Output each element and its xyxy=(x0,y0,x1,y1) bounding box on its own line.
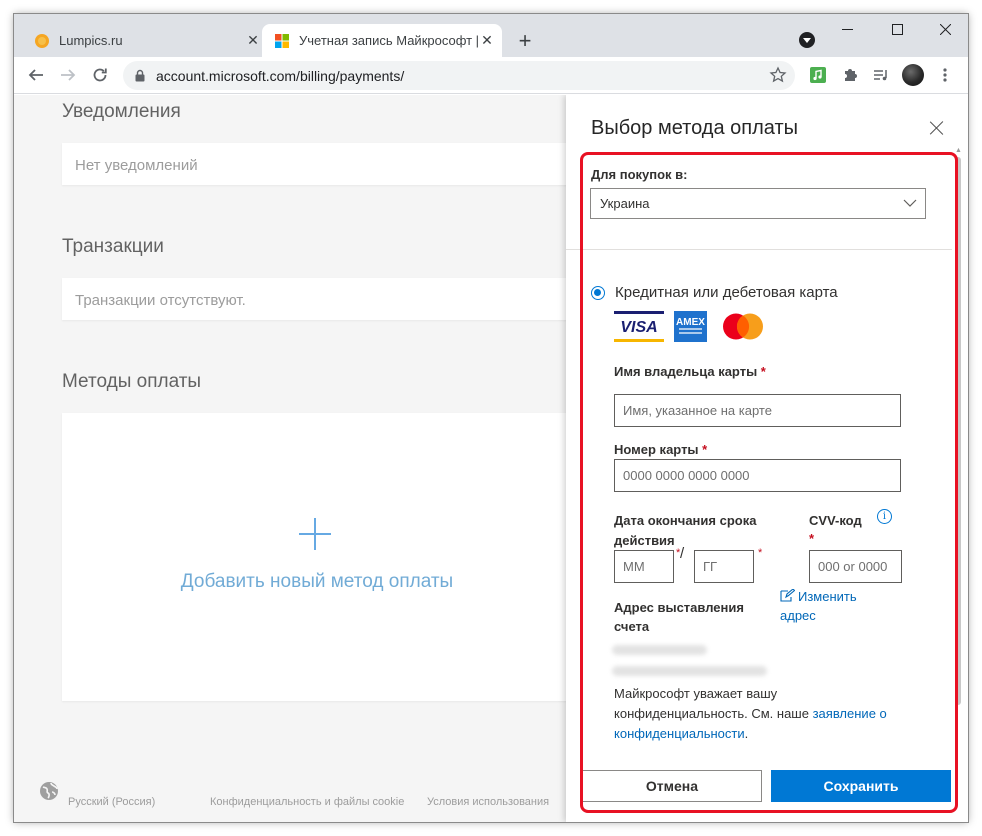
tab-title: Lumpics.ru xyxy=(59,33,123,48)
card-number-label-text: Номер карты xyxy=(614,442,699,457)
browser-window: Lumpics.ru ✕ Учетная запись Майкрософт |… xyxy=(14,14,968,822)
new-tab-plus-icon[interactable]: + xyxy=(513,28,537,53)
purchase-region-label: Для покупок в: xyxy=(591,167,688,182)
card-number-required-mark: * xyxy=(702,442,708,457)
info-icon[interactable]: i xyxy=(877,509,892,524)
mastercard-logo-icon xyxy=(723,313,763,340)
expiry-label-line2: действия xyxy=(614,533,675,548)
cvv-input[interactable] xyxy=(809,550,902,583)
expiry-year-input[interactable] xyxy=(694,550,754,583)
music-extension-icon[interactable] xyxy=(808,65,828,85)
minimize-icon[interactable] xyxy=(824,14,870,44)
microsoft-logo-icon xyxy=(275,33,289,48)
amex-logo-text: AMEX xyxy=(676,317,705,328)
panel-divider xyxy=(566,249,952,250)
scroll-up-icon[interactable]: ▲ xyxy=(955,147,962,154)
card-payment-radio[interactable] xyxy=(591,286,605,300)
window-close-icon[interactable] xyxy=(922,14,968,44)
privacy-text: Майкрософт уважает вашу конфиденциальнос… xyxy=(614,686,813,721)
cancel-button[interactable]: Отмена xyxy=(582,770,762,802)
cardholder-label: Имя владельца карты * xyxy=(614,363,766,381)
purchase-region-value: Украина xyxy=(600,196,650,211)
extensions-puzzle-icon[interactable] xyxy=(840,65,860,85)
close-icon[interactable] xyxy=(930,121,944,135)
card-payment-label[interactable]: Кредитная или дебетовая карта xyxy=(615,284,838,301)
privacy-statement-link-line2[interactable]: конфиденциальности xyxy=(614,726,745,741)
card-number-label: Номер карты * xyxy=(614,441,707,459)
lock-icon xyxy=(135,69,145,82)
privacy-notice: Майкрософт уважает вашу конфиденциальнос… xyxy=(614,684,914,744)
profile-avatar[interactable] xyxy=(902,64,924,86)
blurred-address-line xyxy=(612,645,707,655)
billing-address-label-line2: счета xyxy=(614,619,650,634)
billing-address-label-line1: Адрес выставления xyxy=(614,600,744,615)
tab-close-icon[interactable]: ✕ xyxy=(478,32,496,50)
visa-logo-text: VISA xyxy=(620,319,657,336)
change-address-line1: Изменить xyxy=(798,589,857,604)
cardholder-required-mark: * xyxy=(760,364,766,379)
tab-lumpics[interactable]: Lumpics.ru ✕ xyxy=(22,24,269,57)
cvv-label: CVV-код xyxy=(809,513,862,528)
visa-logo-icon: VISA xyxy=(614,311,664,342)
tab-title: Учетная запись Майкрософт | с xyxy=(299,33,478,48)
media-control-icon[interactable] xyxy=(871,65,891,85)
blurred-address-line xyxy=(612,666,767,676)
tab-search-icon[interactable] xyxy=(799,32,815,48)
back-arrow-icon[interactable] xyxy=(24,63,48,87)
amex-logo-icon: AMEX xyxy=(674,311,707,342)
bookmark-star-icon[interactable] xyxy=(769,66,787,84)
modal-backdrop xyxy=(14,95,566,822)
privacy-end: . xyxy=(744,726,749,741)
forward-arrow-icon[interactable] xyxy=(56,63,80,87)
privacy-statement-link-line1[interactable]: заявление о xyxy=(813,706,887,721)
change-address-link[interactable]: Изменить адрес xyxy=(780,587,857,625)
billing-page: Уведомления Нет уведомлений Транзакции Т… xyxy=(14,95,968,822)
url-text: account.microsoft.com/billing/payments/ xyxy=(156,68,405,84)
panel-scrollbar[interactable] xyxy=(955,157,961,705)
reload-icon[interactable] xyxy=(88,63,112,87)
lumpics-favicon-icon xyxy=(35,33,49,48)
edit-pencil-icon xyxy=(780,589,795,602)
expiry-separator: / xyxy=(680,545,685,562)
expiry-year-required-mark: * xyxy=(758,547,763,559)
address-bar[interactable]: account.microsoft.com/billing/payments/ xyxy=(123,61,795,90)
change-address-line2: адрес xyxy=(780,608,816,623)
tab-microsoft-account[interactable]: Учетная запись Майкрософт | с ✕ xyxy=(262,24,502,57)
browser-toolbar: account.microsoft.com/billing/payments/ xyxy=(14,57,968,94)
purchase-region-select[interactable]: Украина xyxy=(590,188,926,219)
more-menu-icon[interactable] xyxy=(935,65,955,85)
save-button[interactable]: Сохранить xyxy=(771,770,951,802)
card-number-input[interactable] xyxy=(614,459,901,492)
cvv-required-mark: * xyxy=(809,531,815,546)
cardholder-label-text: Имя владельца карты xyxy=(614,364,758,379)
payment-method-panel: Выбор метода оплаты ▲ Для покупок в: Укр… xyxy=(566,95,968,822)
expiry-month-input[interactable] xyxy=(614,550,674,583)
panel-title: Выбор метода оплаты xyxy=(591,117,798,139)
cardholder-name-input[interactable] xyxy=(614,394,901,427)
maximize-icon[interactable] xyxy=(874,14,920,44)
tab-strip: Lumpics.ru ✕ Учетная запись Майкрософт |… xyxy=(14,14,968,57)
expiry-label-line1: Дата окончания срока xyxy=(614,513,757,528)
chevron-down-icon xyxy=(903,199,917,207)
tab-close-icon[interactable]: ✕ xyxy=(244,32,262,50)
